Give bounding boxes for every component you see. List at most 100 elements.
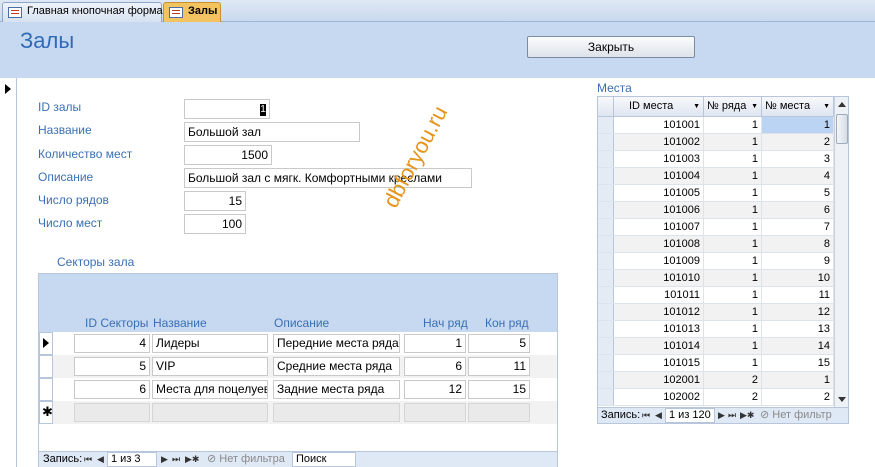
cell-name[interactable]: VIP <box>152 357 268 376</box>
cell-start-row[interactable]: 1 <box>404 334 466 353</box>
row-selector[interactable]: ✱ <box>39 401 53 424</box>
cell-row-no[interactable]: 1 <box>704 219 762 235</box>
cell-end-row[interactable]: 11 <box>468 357 530 376</box>
next-record-button[interactable]: ▶ <box>718 408 725 423</box>
row-selector[interactable] <box>598 355 614 371</box>
prev-record-button[interactable]: ◀ <box>655 408 662 423</box>
cell-place-id[interactable]: 101007 <box>614 219 704 235</box>
scroll-up-icon[interactable] <box>838 102 846 107</box>
first-record-button[interactable]: ⏮ <box>84 452 92 467</box>
row-selector[interactable] <box>598 372 614 388</box>
col-header-row-no[interactable]: № ряда ▼ <box>704 97 762 117</box>
cell-row-no[interactable]: 2 <box>704 389 762 405</box>
cell-place-id[interactable]: 102001 <box>614 372 704 388</box>
close-button[interactable]: Закрыть <box>527 36 695 58</box>
cell-place-no[interactable]: 5 <box>762 185 834 201</box>
row-selector[interactable] <box>598 117 614 133</box>
row-selector[interactable] <box>39 355 53 378</box>
row-selector[interactable] <box>598 338 614 354</box>
select-all-corner[interactable] <box>598 97 614 117</box>
cell-place-no[interactable]: 15 <box>762 355 834 371</box>
cell-place-no[interactable]: 12 <box>762 304 834 320</box>
row-selector[interactable] <box>598 134 614 150</box>
scroll-thumb[interactable] <box>836 114 848 144</box>
cell-place-id[interactable]: 101006 <box>614 202 704 218</box>
cell-place-id[interactable]: 101004 <box>614 168 704 184</box>
cell-end-row[interactable]: 15 <box>468 380 530 399</box>
next-record-button[interactable]: ▶ <box>161 452 168 467</box>
row-selector[interactable] <box>598 168 614 184</box>
cell-place-no[interactable]: 10 <box>762 270 834 286</box>
cell-place-id[interactable]: 101012 <box>614 304 704 320</box>
cell-row-no[interactable]: 1 <box>704 321 762 337</box>
row-selector[interactable] <box>598 287 614 303</box>
cell-description[interactable]: Передние места ряда <box>273 334 400 353</box>
sort-dropdown-icon[interactable]: ▼ <box>751 97 758 116</box>
id-field[interactable]: 1 <box>184 99 270 119</box>
last-record-button[interactable]: ⏭ <box>172 452 180 467</box>
rows-count-field[interactable]: 15 <box>184 191 246 211</box>
cell-place-id[interactable]: 102002 <box>614 389 704 405</box>
cell-end-row[interactable] <box>468 403 530 422</box>
cell-row-no[interactable]: 1 <box>704 304 762 320</box>
cell-row-no[interactable]: 1 <box>704 236 762 252</box>
cell-place-no[interactable]: 4 <box>762 168 834 184</box>
cell-place-no[interactable]: 1 <box>762 372 834 388</box>
row-selector[interactable] <box>598 253 614 269</box>
prev-record-button[interactable]: ◀ <box>97 452 104 467</box>
cell-description[interactable]: Задние места ряда <box>273 380 400 399</box>
cell-place-no[interactable]: 3 <box>762 151 834 167</box>
cell-row-no[interactable]: 1 <box>704 287 762 303</box>
col-header-place-id[interactable]: ID места ▼ <box>614 97 704 117</box>
cell-name[interactable]: Места для поцелуев <box>152 380 268 399</box>
search-input[interactable]: Поиск <box>292 452 356 467</box>
record-selector[interactable] <box>0 78 17 467</box>
row-selector[interactable] <box>598 219 614 235</box>
cell-place-no[interactable]: 1 <box>762 117 834 133</box>
row-selector[interactable] <box>598 202 614 218</box>
cell-description[interactable]: Средние места ряда <box>273 357 400 376</box>
places-count-field[interactable]: 100 <box>184 214 246 234</box>
cell-place-no[interactable]: 6 <box>762 202 834 218</box>
cell-start-row[interactable]: 6 <box>404 357 466 376</box>
cell-place-no[interactable]: 9 <box>762 253 834 269</box>
cell-sector-id[interactable]: 6 <box>74 380 150 399</box>
cell-row-no[interactable]: 1 <box>704 134 762 150</box>
name-field[interactable]: Большой зал <box>184 122 360 142</box>
cell-place-no[interactable]: 13 <box>762 321 834 337</box>
cell-start-row[interactable]: 12 <box>404 380 466 399</box>
cell-sector-id[interactable]: 4 <box>74 334 150 353</box>
cell-row-no[interactable]: 2 <box>704 372 762 388</box>
cell-row-no[interactable]: 1 <box>704 168 762 184</box>
cell-place-no[interactable]: 14 <box>762 338 834 354</box>
cell-sector-id[interactable] <box>74 403 150 422</box>
record-counter[interactable]: 1 из 120 <box>665 408 715 423</box>
cell-sector-id[interactable]: 5 <box>74 357 150 376</box>
row-selector[interactable] <box>598 185 614 201</box>
row-selector[interactable] <box>598 270 614 286</box>
row-selector[interactable] <box>598 389 614 405</box>
row-selector[interactable] <box>39 378 53 401</box>
cell-place-id[interactable]: 101003 <box>614 151 704 167</box>
row-selector[interactable] <box>598 321 614 337</box>
sort-dropdown-icon[interactable]: ▼ <box>823 97 830 116</box>
cell-place-no[interactable]: 2 <box>762 134 834 150</box>
cell-row-no[interactable]: 1 <box>704 117 762 133</box>
row-selector[interactable] <box>598 304 614 320</box>
row-selector[interactable] <box>598 151 614 167</box>
cell-place-no[interactable]: 11 <box>762 287 834 303</box>
cell-place-id[interactable]: 101010 <box>614 270 704 286</box>
cell-place-no[interactable]: 7 <box>762 219 834 235</box>
cell-end-row[interactable]: 5 <box>468 334 530 353</box>
vertical-scrollbar[interactable] <box>834 97 848 407</box>
filter-toggle[interactable]: ⊘ Нет фильтра <box>207 452 285 467</box>
row-selector[interactable] <box>39 332 53 355</box>
cell-place-id[interactable]: 101008 <box>614 236 704 252</box>
cell-place-id[interactable]: 101015 <box>614 355 704 371</box>
cell-place-no[interactable]: 2 <box>762 389 834 405</box>
scroll-down-icon[interactable] <box>838 397 846 402</box>
cell-description[interactable] <box>273 403 400 422</box>
row-selector[interactable] <box>598 236 614 252</box>
cell-place-id[interactable]: 101002 <box>614 134 704 150</box>
cell-name[interactable]: Лидеры <box>152 334 268 353</box>
